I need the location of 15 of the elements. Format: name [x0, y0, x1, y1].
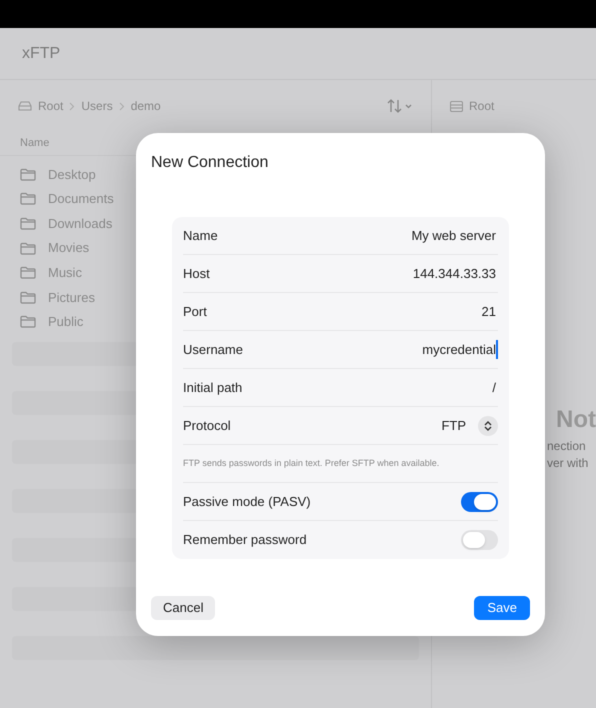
empty-message: ver with	[547, 455, 590, 472]
field-label: Name	[183, 226, 218, 245]
field-label: Remember password	[183, 531, 307, 550]
column-header: Name	[20, 136, 50, 152]
field-label: Passive mode (PASV)	[183, 492, 311, 511]
field-label: Initial path	[183, 378, 242, 397]
field-label: Protocol	[183, 416, 231, 435]
field-label: Username	[183, 340, 243, 359]
dialog-title: New Connection	[151, 153, 270, 173]
field-label: Host	[183, 264, 210, 283]
app-title: xFTP	[22, 44, 60, 64]
hint-text: FTP sends passwords in plain text. Prefer SFTP when available.	[183, 456, 440, 470]
empty-message: nection	[547, 438, 587, 455]
location-label: Root	[469, 98, 494, 115]
field-label: Port	[183, 302, 207, 321]
